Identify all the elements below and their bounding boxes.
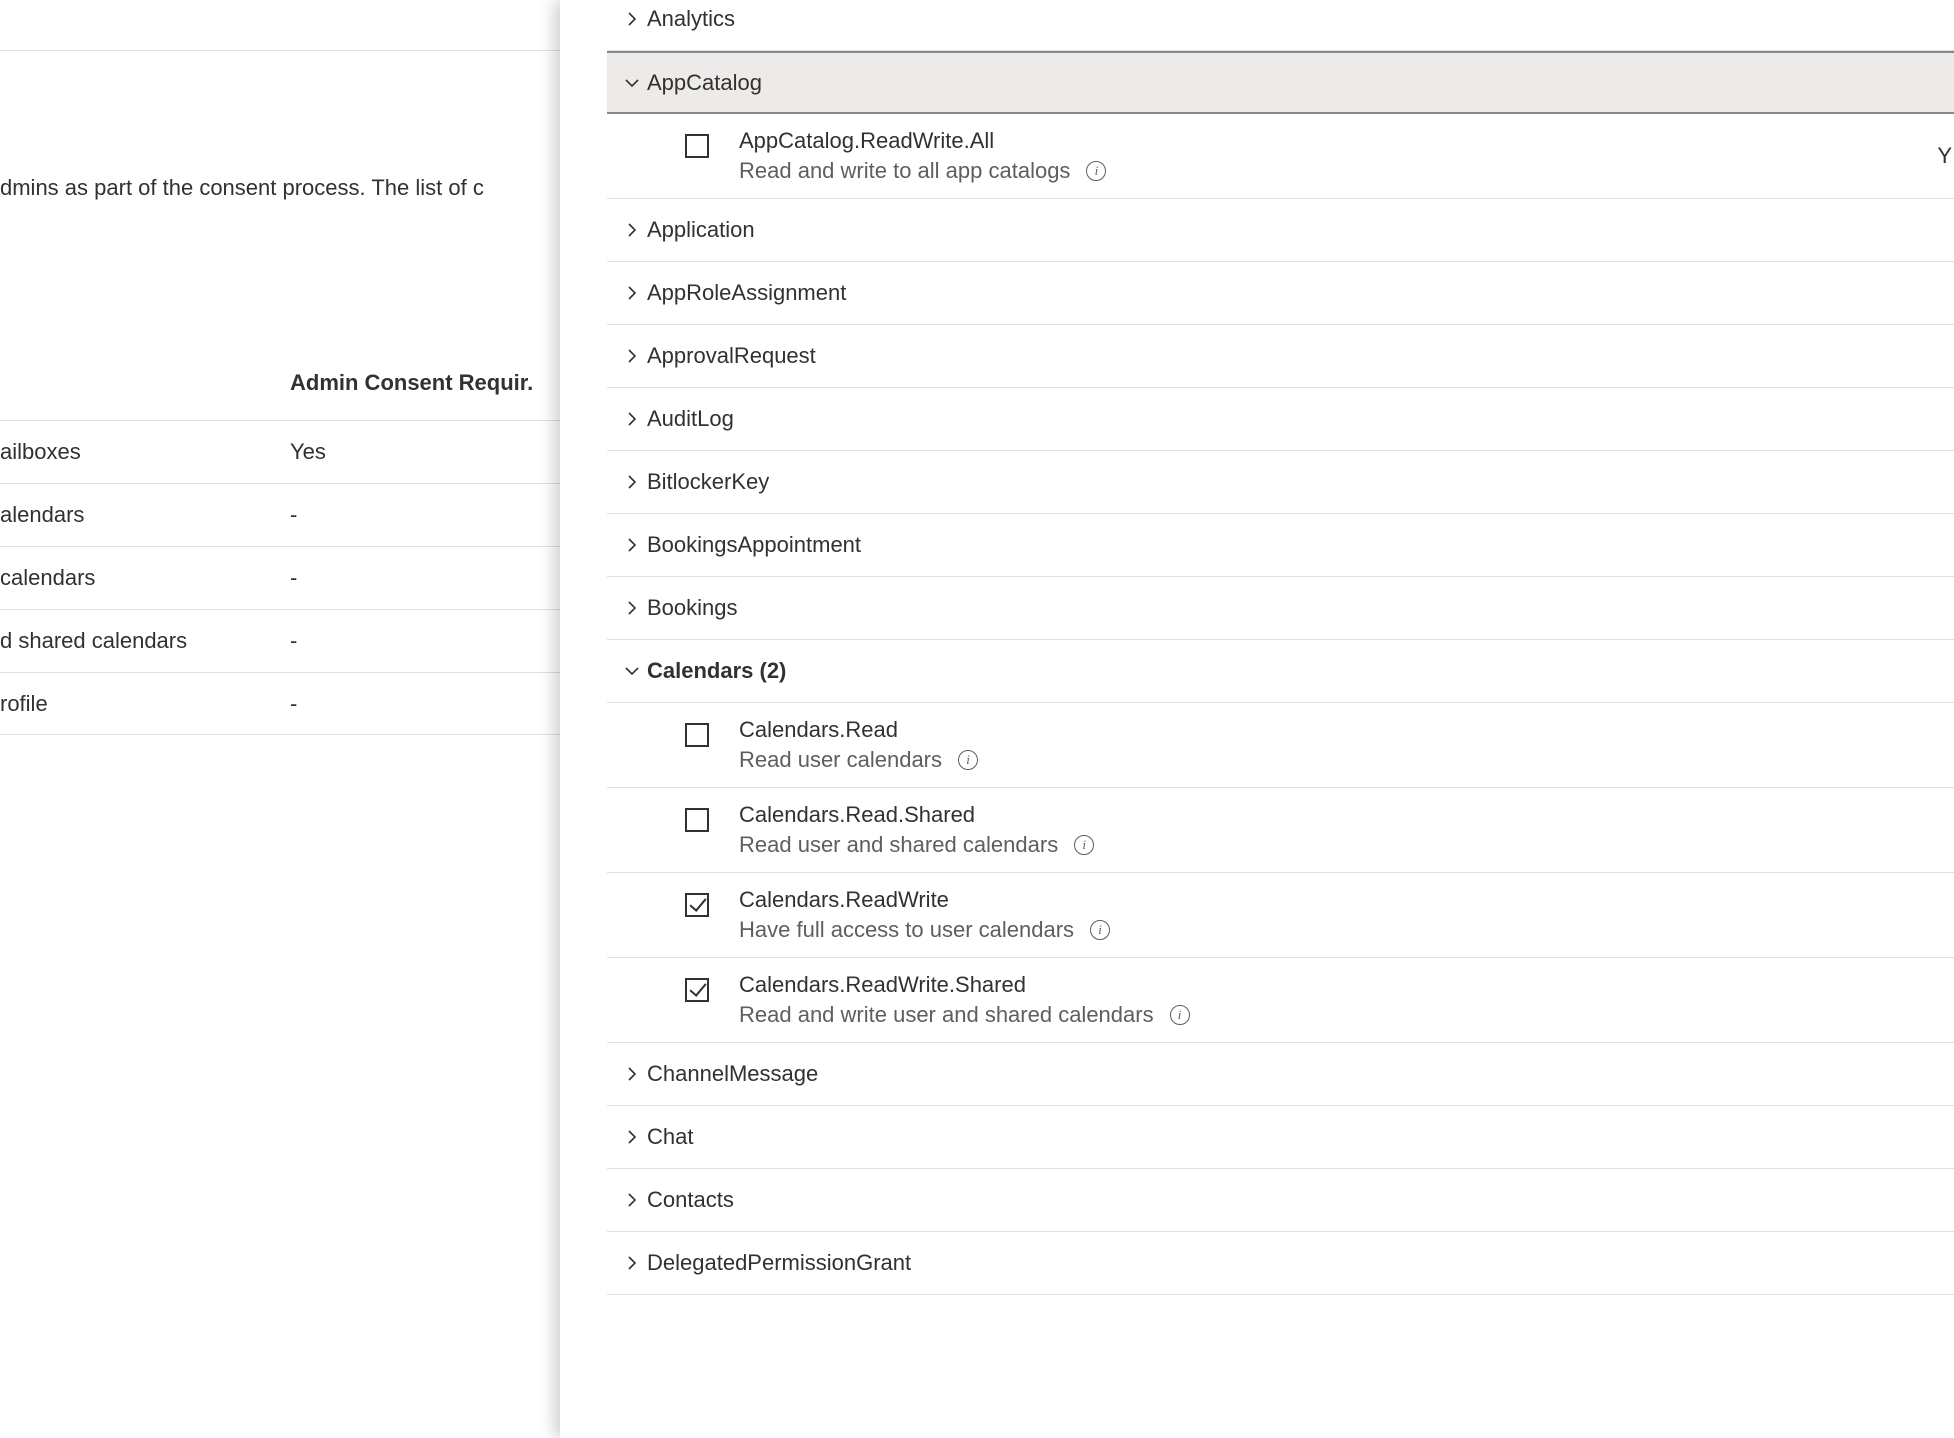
cell-description: calendars <box>0 565 290 591</box>
permission-group-chat[interactable]: Chat <box>607 1106 1954 1169</box>
permission-group-approleassignment[interactable]: AppRoleAssignment <box>607 262 1954 325</box>
permissions-table-fragment: ailboxes Yes alendars - calendars - d sh… <box>0 420 560 735</box>
cell-admin-consent: - <box>290 691 560 717</box>
permission-checkbox[interactable] <box>685 893 709 917</box>
permission-description: Read user calendarsi <box>739 747 1954 773</box>
permission-name: Calendars.ReadWrite <box>739 887 1954 913</box>
divider <box>0 50 560 51</box>
chevron-right-icon <box>623 221 641 239</box>
permission-group-channelmessage[interactable]: ChannelMessage <box>607 1043 1954 1106</box>
group-label: BookingsAppointment <box>647 532 861 558</box>
cell-description: d shared calendars <box>0 628 290 654</box>
column-header-admin-consent: Admin Consent Requir. <box>290 370 533 396</box>
info-icon[interactable]: i <box>1170 1005 1190 1025</box>
table-row[interactable]: alendars - <box>0 483 560 546</box>
cell-admin-consent: - <box>290 502 560 528</box>
chevron-right-icon <box>623 1191 641 1209</box>
permission-text: Calendars.Read Read user calendarsi <box>739 717 1954 773</box>
chevron-right-icon <box>623 473 641 491</box>
cell-description: ailboxes <box>0 439 290 465</box>
group-label: Contacts <box>647 1187 734 1213</box>
group-label: DelegatedPermissionGrant <box>647 1250 911 1276</box>
info-icon[interactable]: i <box>1090 920 1110 940</box>
permission-checkbox[interactable] <box>685 134 709 158</box>
table-row[interactable]: calendars - <box>0 546 560 609</box>
chevron-right-icon <box>623 1065 641 1083</box>
permission-row: AppCatalog.ReadWrite.All Read and write t… <box>607 114 1954 199</box>
group-label: AppCatalog <box>647 70 762 96</box>
permission-group-analytics[interactable]: Analytics <box>607 0 1954 51</box>
chevron-right-icon <box>623 536 641 554</box>
info-icon[interactable]: i <box>1086 161 1106 181</box>
group-label: ApprovalRequest <box>647 343 816 369</box>
permission-group-contacts[interactable]: Contacts <box>607 1169 1954 1232</box>
group-label: Application <box>647 217 755 243</box>
chevron-right-icon <box>623 284 641 302</box>
permission-group-appcatalog[interactable]: AppCatalog <box>607 51 1954 114</box>
group-label: Calendars (2) <box>647 658 786 684</box>
permission-row: Calendars.ReadWrite Have full access to u… <box>607 873 1954 958</box>
cell-description: alendars <box>0 502 290 528</box>
permission-group-bookingsappointment[interactable]: BookingsAppointment <box>607 514 1954 577</box>
permission-text: Calendars.ReadWrite.Shared Read and write… <box>739 972 1954 1028</box>
permission-checkbox[interactable] <box>685 808 709 832</box>
cell-admin-consent: - <box>290 628 560 654</box>
cell-admin-consent: Yes <box>290 439 560 465</box>
chevron-right-icon <box>623 1128 641 1146</box>
group-label: Bookings <box>647 595 738 621</box>
chevron-right-icon <box>623 10 641 28</box>
permissions-panel: Analytics AppCatalog AppCatalog.ReadWrite.… <box>560 0 1954 1438</box>
table-row[interactable]: ailboxes Yes <box>0 420 560 483</box>
permission-text: Calendars.ReadWrite Have full access to u… <box>739 887 1954 943</box>
permission-group-delegatedpermissiongrant[interactable]: DelegatedPermissionGrant <box>607 1232 1954 1295</box>
permission-description: Read and write to all app catalogsi <box>739 158 1937 184</box>
table-row[interactable]: d shared calendars - <box>0 609 560 672</box>
info-icon[interactable]: i <box>958 750 978 770</box>
group-label: AppRoleAssignment <box>647 280 846 306</box>
permission-description: Read user and shared calendarsi <box>739 832 1954 858</box>
permission-description: Read and write user and shared calendars… <box>739 1002 1954 1028</box>
chevron-right-icon <box>623 410 641 428</box>
permission-group-auditlog[interactable]: AuditLog <box>607 388 1954 451</box>
group-label: ChannelMessage <box>647 1061 818 1087</box>
permission-name: AppCatalog.ReadWrite.All <box>739 128 1937 154</box>
permission-group-approvalrequest[interactable]: ApprovalRequest <box>607 325 1954 388</box>
permission-description: Have full access to user calendarsi <box>739 917 1954 943</box>
permission-group-bookings[interactable]: Bookings <box>607 577 1954 640</box>
chevron-right-icon <box>623 599 641 617</box>
permission-text: AppCatalog.ReadWrite.All Read and write t… <box>739 128 1937 184</box>
permission-row: Calendars.ReadWrite.Shared Read and write… <box>607 958 1954 1043</box>
chevron-right-icon <box>623 347 641 365</box>
cell-admin-consent: - <box>290 565 560 591</box>
permission-row: Calendars.Read Read user calendarsi <box>607 703 1954 788</box>
permission-group-calendars-2-[interactable]: Calendars (2) <box>607 640 1954 703</box>
cell-description: rofile <box>0 691 290 717</box>
chevron-down-icon <box>623 74 641 92</box>
table-row[interactable]: rofile - <box>0 672 560 735</box>
info-icon[interactable]: i <box>1074 835 1094 855</box>
permission-group-application[interactable]: Application <box>607 199 1954 262</box>
permission-text: Calendars.Read.Shared Read user and share… <box>739 802 1954 858</box>
permission-group-bitlockerkey[interactable]: BitlockerKey <box>607 451 1954 514</box>
group-label: AuditLog <box>647 406 734 432</box>
group-label: BitlockerKey <box>647 469 769 495</box>
permission-name: Calendars.Read.Shared <box>739 802 1954 828</box>
chevron-down-icon <box>623 662 641 680</box>
chevron-right-icon <box>623 1254 641 1272</box>
permission-row: Calendars.Read.Shared Read user and share… <box>607 788 1954 873</box>
description-text: dmins as part of the consent process. Th… <box>0 175 484 201</box>
group-label: Chat <box>647 1124 693 1150</box>
permission-checkbox[interactable] <box>685 723 709 747</box>
permission-checkbox[interactable] <box>685 978 709 1002</box>
permission-name: Calendars.ReadWrite.Shared <box>739 972 1954 998</box>
admin-consent-value: Y <box>1937 143 1954 169</box>
group-label: Analytics <box>647 6 735 32</box>
permission-name: Calendars.Read <box>739 717 1954 743</box>
